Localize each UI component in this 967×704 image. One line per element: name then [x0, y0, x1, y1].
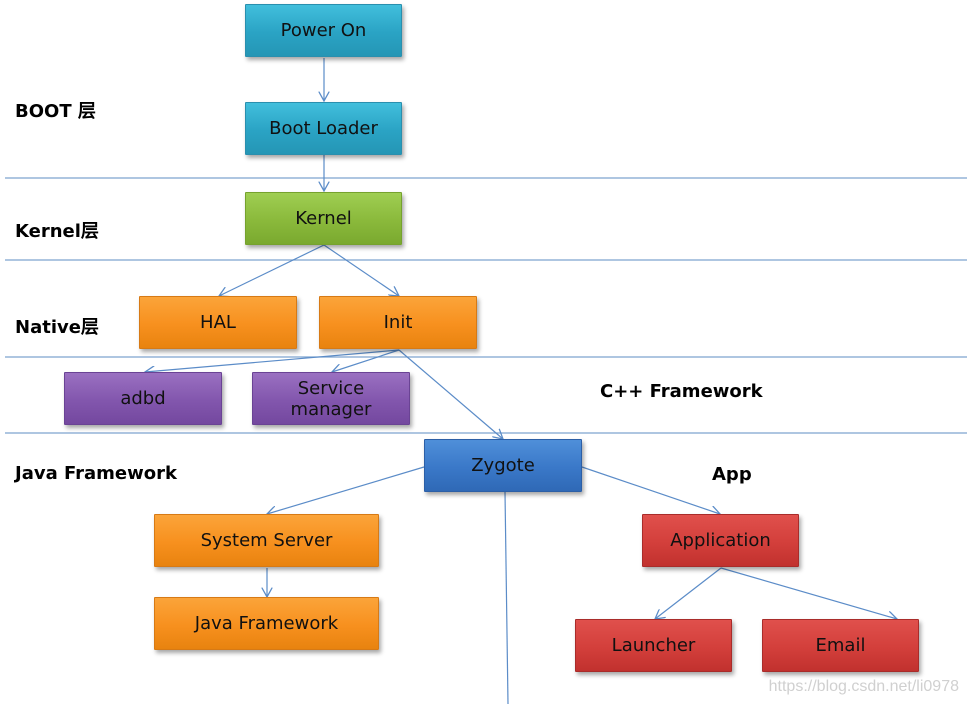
node-system-server-label: System Server	[200, 530, 333, 551]
layer-label-cpp-framework: C++ Framework	[600, 381, 763, 402]
node-boot-loader-label: Boot Loader	[269, 118, 378, 139]
layer-label-boot: BOOT 层	[15, 101, 96, 122]
node-hal-label: HAL	[200, 312, 236, 333]
edge-kernel-init	[323, 244, 399, 296]
node-application-label: Application	[670, 530, 771, 551]
node-adbd-label: adbd	[120, 388, 166, 409]
edge-zygote-systemserver	[267, 466, 425, 514]
node-system-server: System Server	[154, 514, 379, 567]
node-adbd: adbd	[64, 372, 222, 425]
node-launcher-label: Launcher	[611, 635, 696, 656]
edge-zygote-application	[581, 466, 720, 514]
node-boot-loader: Boot Loader	[245, 102, 402, 155]
edge-application-email	[720, 567, 897, 619]
node-email-label: Email	[815, 635, 866, 656]
node-zygote-label: Zygote	[471, 455, 535, 476]
node-kernel-label: Kernel	[295, 208, 352, 229]
edge-init-zygote	[398, 349, 503, 439]
edge-zygote-down	[504, 491, 509, 704]
node-init-label: Init	[383, 312, 413, 333]
node-power-on-label: Power On	[280, 20, 367, 41]
node-service-manager-label-1: Service	[297, 377, 365, 399]
watermark: https://blog.csdn.net/li0978	[768, 678, 959, 695]
node-service-manager: Service manager	[252, 372, 410, 425]
node-init: Init	[319, 296, 477, 349]
layer-label-java-framework: Java Framework	[15, 463, 177, 484]
node-kernel: Kernel	[245, 192, 402, 245]
node-java-framework-label: Java Framework	[194, 613, 339, 634]
layer-label-native: Native层	[15, 317, 99, 338]
layer-label-kernel: Kernel层	[15, 221, 99, 242]
layer-label-app: App	[712, 464, 752, 485]
edge-init-adbd	[145, 349, 400, 372]
node-service-manager-label-2: manager	[290, 398, 372, 420]
connector-layer	[5, 58, 967, 704]
node-java-framework: Java Framework	[154, 597, 379, 650]
node-power-on: Power On	[245, 4, 402, 57]
node-application: Application	[642, 514, 799, 567]
node-hal: HAL	[139, 296, 297, 349]
node-launcher: Launcher	[575, 619, 732, 672]
node-email: Email	[762, 619, 919, 672]
edge-kernel-hal	[219, 244, 325, 296]
edge-application-launcher	[655, 567, 722, 619]
node-zygote: Zygote	[424, 439, 582, 492]
